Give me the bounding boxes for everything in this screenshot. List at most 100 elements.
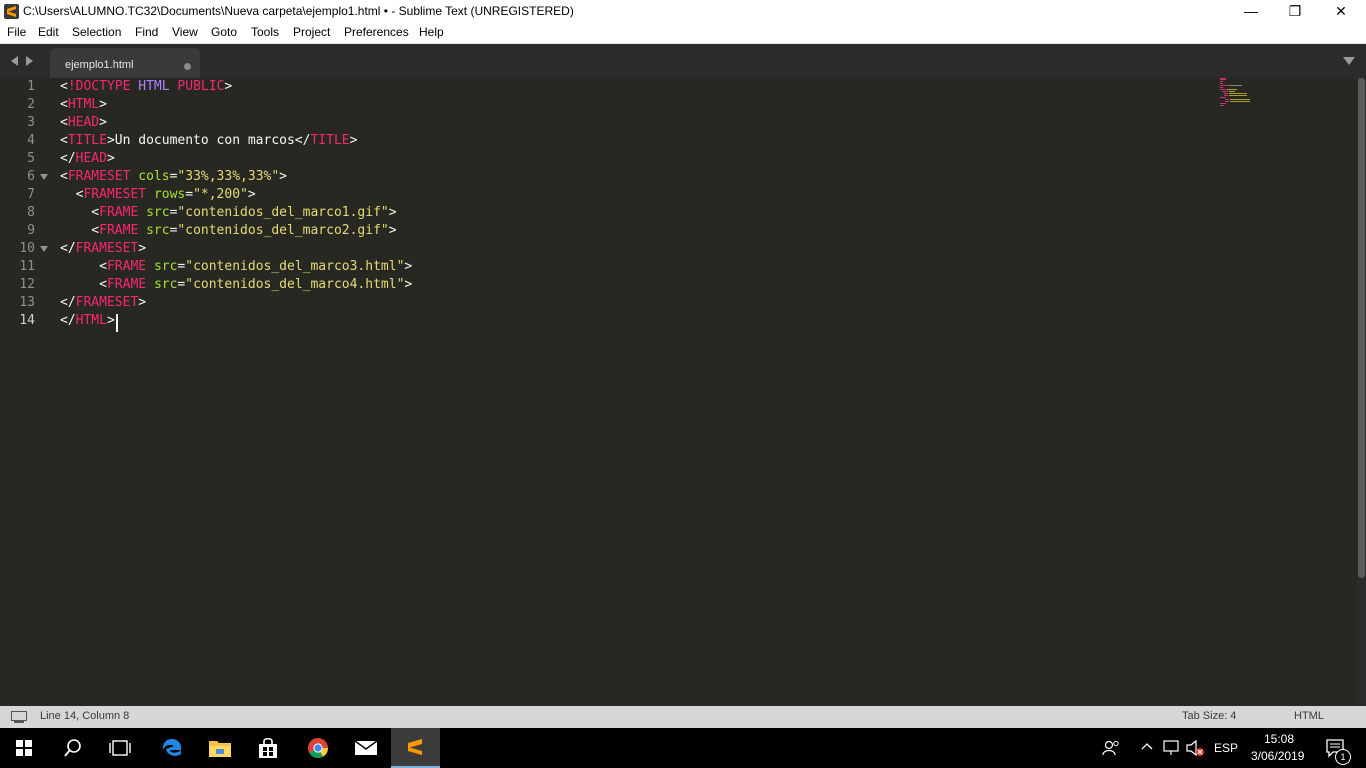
editor-area[interactable]: 1 2 3 4 5 6 7 8 9 10 11 12 13 14 <!DOCTYPE HTML PUBLI… bbox=[0, 78, 1357, 706]
fold-arrow-icon[interactable] bbox=[40, 246, 48, 252]
code-token: > bbox=[99, 97, 107, 112]
people-icon[interactable] bbox=[1102, 740, 1120, 756]
code-token: PUBLIC bbox=[177, 79, 225, 94]
code-token: < bbox=[60, 79, 68, 94]
tab-list-dropdown-icon[interactable] bbox=[1343, 57, 1355, 65]
code-line[interactable]: </FRAMESET> bbox=[60, 294, 146, 312]
file-explorer-icon[interactable] bbox=[196, 728, 244, 768]
code-line[interactable]: <HEAD> bbox=[60, 114, 107, 132]
code-line[interactable]: <TITLE>Un documento con marcos</TITLE> bbox=[60, 132, 357, 150]
menu-goto[interactable]: Goto bbox=[211, 25, 237, 39]
cursor-position: Line 14, Column 8 bbox=[40, 710, 130, 722]
code-token: > bbox=[279, 169, 287, 184]
code-line[interactable]: <FRAMESET cols="33%,33%,33%"> bbox=[60, 168, 287, 186]
close-button[interactable]: ✕ bbox=[1318, 0, 1364, 23]
code-token: < bbox=[60, 223, 100, 238]
code-token: FRAMESET bbox=[67, 169, 131, 184]
line-number: 5 bbox=[27, 151, 35, 166]
menu-file[interactable]: File bbox=[7, 25, 26, 39]
menu-bar: File Edit Selection Find View Goto Tools… bbox=[0, 23, 1366, 44]
code-token: FRAMESET bbox=[83, 187, 147, 202]
title-bar: C:\Users\ALUMNO.TC32\Documents\Nueva car… bbox=[0, 0, 1366, 23]
task-view-icon[interactable] bbox=[96, 728, 144, 768]
line-number: 13 bbox=[19, 295, 35, 310]
tab-size-setting[interactable]: Tab Size: 4 bbox=[1182, 710, 1236, 722]
code-token: HEAD bbox=[67, 115, 100, 130]
network-icon[interactable] bbox=[1163, 740, 1181, 756]
code-token: > bbox=[106, 313, 115, 328]
menu-find[interactable]: Find bbox=[135, 25, 158, 39]
edge-icon[interactable] bbox=[148, 728, 196, 768]
menu-tools[interactable]: Tools bbox=[251, 25, 279, 39]
chrome-icon[interactable] bbox=[294, 728, 342, 768]
code-token: src bbox=[146, 223, 170, 238]
tab-ejemplo1[interactable]: ejemplo1.html bbox=[50, 48, 200, 78]
tab-bar: ejemplo1.html bbox=[0, 44, 1366, 78]
notification-center-button[interactable]: 1 bbox=[1318, 728, 1358, 768]
fold-arrow-icon[interactable] bbox=[40, 174, 48, 180]
window-title: C:\Users\ALUMNO.TC32\Documents\Nueva car… bbox=[23, 4, 574, 18]
chevron-up-icon[interactable] bbox=[1141, 742, 1153, 750]
menu-view[interactable]: View bbox=[172, 25, 198, 39]
code-line[interactable]: </FRAMESET> bbox=[60, 240, 146, 258]
syntax-setting[interactable]: HTML bbox=[1294, 710, 1324, 722]
menu-project[interactable]: Project bbox=[293, 25, 330, 39]
code-line[interactable]: <!DOCTYPE HTML PUBLIC> bbox=[60, 78, 232, 96]
code-token: > bbox=[349, 133, 358, 148]
code-token: > bbox=[388, 223, 397, 238]
code-token: src bbox=[146, 205, 170, 220]
minimap[interactable] bbox=[1218, 78, 1278, 108]
code-token: FRAME bbox=[106, 277, 147, 292]
code-line[interactable]: <FRAMESET rows="*,200"> bbox=[60, 186, 256, 204]
volume-muted-icon[interactable] bbox=[1186, 739, 1206, 757]
code-line[interactable]: </HTML> bbox=[60, 312, 115, 330]
code-token: TITLE bbox=[310, 133, 350, 148]
menu-edit[interactable]: Edit bbox=[38, 25, 59, 39]
code-token: > bbox=[224, 79, 233, 94]
clock-date[interactable]: 3/06/2019 bbox=[1251, 749, 1304, 763]
scrollbar-thumb[interactable] bbox=[1358, 78, 1365, 578]
code-token: src bbox=[153, 277, 178, 292]
status-bar: Line 14, Column 8 Tab Size: 4 HTML bbox=[0, 706, 1366, 728]
code-token: "33%,33%,33%" bbox=[177, 169, 280, 184]
menu-help[interactable]: Help bbox=[419, 25, 444, 39]
code-line[interactable]: <FRAME src="contenidos_del_marco1.gif"> bbox=[60, 204, 396, 222]
tab-nav-arrows-icon[interactable] bbox=[10, 56, 34, 66]
panel-toggle-icon[interactable] bbox=[11, 711, 27, 723]
code-line[interactable]: <FRAME src="contenidos_del_marco3.html"> bbox=[60, 258, 412, 276]
mail-icon[interactable] bbox=[342, 728, 390, 768]
code-token: rows bbox=[153, 187, 186, 202]
line-number: 10 bbox=[19, 241, 35, 256]
search-icon[interactable] bbox=[48, 728, 96, 768]
code-line[interactable]: <FRAME src="contenidos_del_marco4.html"> bbox=[60, 276, 412, 294]
code-line[interactable]: <FRAME src="contenidos_del_marco2.gif"> bbox=[60, 222, 397, 240]
clock-time[interactable]: 15:08 bbox=[1264, 732, 1294, 746]
sublime-text-icon[interactable] bbox=[391, 728, 440, 768]
code-line[interactable]: </HEAD> bbox=[60, 150, 115, 168]
sublime-text-app-icon bbox=[4, 4, 19, 19]
input-language[interactable]: ESP bbox=[1214, 741, 1238, 755]
code-token: < bbox=[60, 205, 100, 220]
code-token: >Un documento con marcos</ bbox=[106, 133, 311, 148]
menu-preferences[interactable]: Preferences bbox=[344, 25, 409, 39]
code-line[interactable]: <HTML> bbox=[60, 96, 107, 114]
code-token: > bbox=[404, 277, 413, 292]
windows-start-icon[interactable] bbox=[0, 728, 48, 768]
maximize-button[interactable]: ❐ bbox=[1272, 0, 1318, 23]
code-token: < bbox=[60, 115, 68, 130]
minimize-button[interactable]: — bbox=[1228, 0, 1274, 23]
code-token: = bbox=[185, 187, 194, 202]
menu-selection[interactable]: Selection bbox=[72, 25, 121, 39]
line-number: 6 bbox=[27, 169, 35, 184]
store-icon[interactable] bbox=[244, 728, 292, 768]
code-token: TITLE bbox=[67, 133, 107, 148]
code-token: "contenidos_del_marco2.gif" bbox=[177, 223, 389, 238]
code-token: FRAME bbox=[99, 205, 139, 220]
code-token: > bbox=[106, 151, 115, 166]
unsaved-dot-icon[interactable] bbox=[184, 63, 191, 70]
vertical-scrollbar[interactable] bbox=[1357, 44, 1366, 706]
code-token: > bbox=[404, 259, 413, 274]
